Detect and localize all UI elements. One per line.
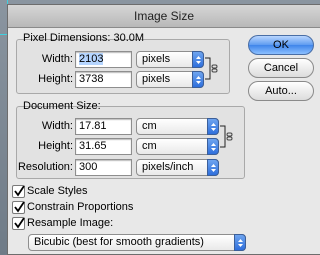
pixel-height-field[interactable]: 3738 xyxy=(75,71,132,88)
checkmark-icon xyxy=(14,186,25,197)
constrain-proportions-label[interactable]: Constrain Proportions xyxy=(27,201,133,213)
pixel-width-unit-select[interactable]: pixels xyxy=(136,51,204,68)
doc-width-field[interactable]: 17.81 xyxy=(75,118,132,135)
popup-arrows-icon xyxy=(192,51,204,68)
doc-height-unit-select[interactable]: cm xyxy=(136,138,219,155)
document-size-legend: Document Size: xyxy=(23,100,101,112)
doc-constrain-link-icon xyxy=(220,125,234,152)
scale-styles-label[interactable]: Scale Styles xyxy=(27,185,88,197)
pixel-width-field[interactable]: 2103 xyxy=(75,51,132,68)
resolution-label: Resolution: xyxy=(17,161,73,173)
pixel-dimensions-size: 30.0M xyxy=(113,32,145,44)
resample-method-select[interactable]: Bicubic (best for smooth gradients) xyxy=(28,234,246,251)
image-size-dialog: Image Size Pixel Dimensions: 30.0M Width… xyxy=(7,4,320,255)
scale-styles-checkbox[interactable] xyxy=(12,185,25,198)
checkmark-icon xyxy=(14,218,25,229)
resample-image-checkbox[interactable] xyxy=(12,217,25,230)
popup-arrows-icon xyxy=(192,71,204,88)
popup-arrows-icon xyxy=(207,138,219,155)
constrain-proportions-checkbox[interactable] xyxy=(12,201,25,214)
doc-width-unit-select[interactable]: cm xyxy=(136,118,219,135)
doc-height-label: Height: xyxy=(38,140,73,152)
pixel-width-label: Width: xyxy=(41,53,73,65)
ok-button[interactable]: OK xyxy=(248,35,314,55)
pixel-height-unit-select[interactable]: pixels xyxy=(136,71,204,88)
pixel-dimensions-legend: Pixel Dimensions: 30.0M xyxy=(23,32,145,44)
pixel-constrain-link-icon xyxy=(205,57,219,84)
popup-arrows-icon xyxy=(234,234,246,251)
resolution-unit-select[interactable]: pixels/inch xyxy=(136,159,219,176)
doc-height-field[interactable]: 31.65 xyxy=(75,138,132,155)
checkmark-icon xyxy=(14,202,25,213)
doc-width-label: Width: xyxy=(41,120,73,132)
resample-image-label[interactable]: Resample Image: xyxy=(27,217,113,229)
auto-button[interactable]: Auto... xyxy=(248,81,314,101)
pixel-height-label: Height: xyxy=(38,73,73,85)
popup-arrows-icon xyxy=(207,118,219,135)
cancel-button[interactable]: Cancel xyxy=(248,58,314,78)
resolution-field[interactable]: 300 xyxy=(75,159,132,176)
dialog-title: Image Size xyxy=(8,5,320,28)
popup-arrows-icon xyxy=(207,159,219,176)
